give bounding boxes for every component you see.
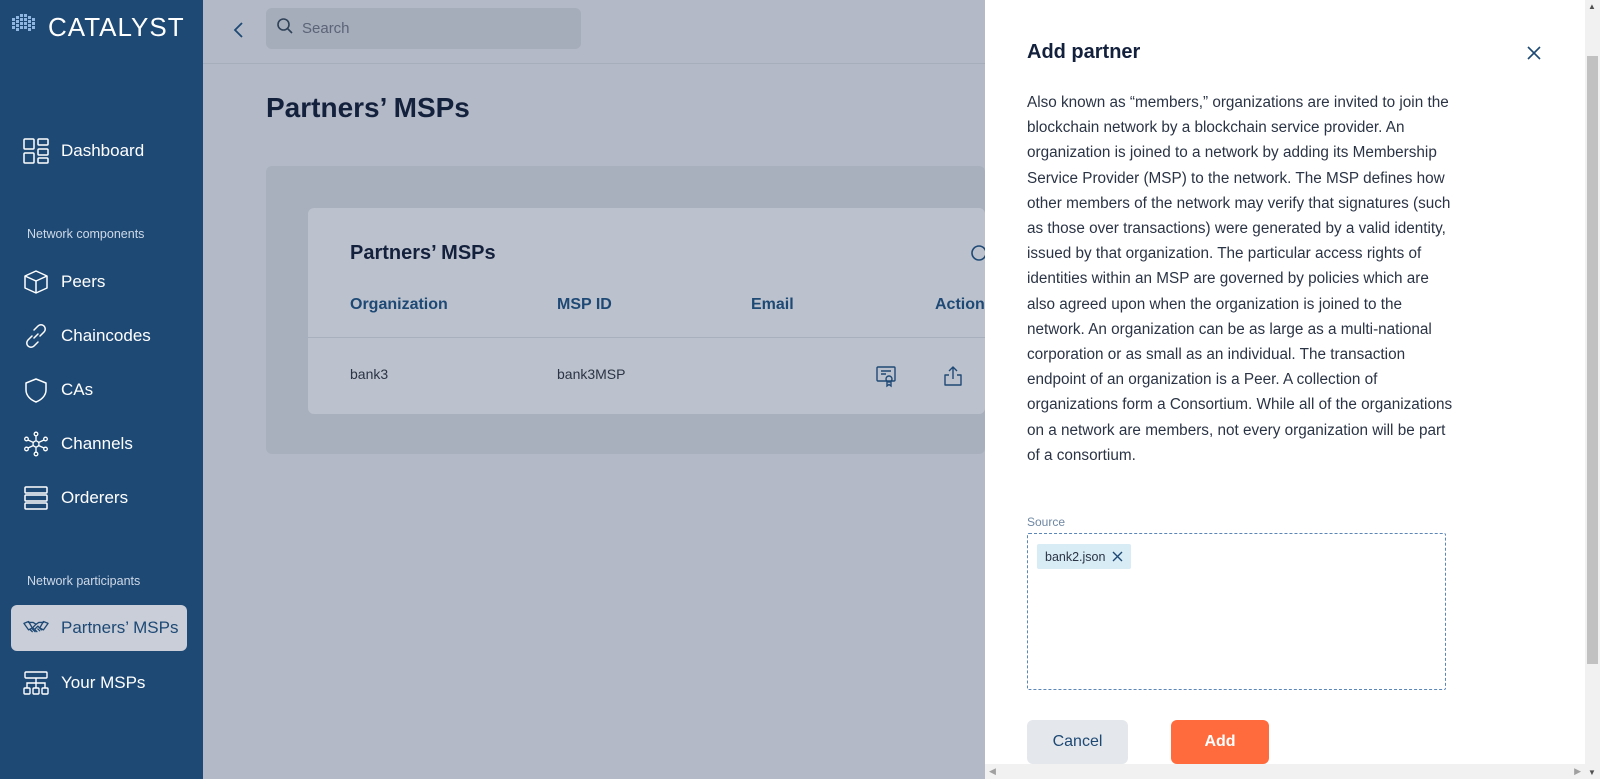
sidebar-item-label: Your MSPs — [61, 673, 146, 692]
remove-file-button[interactable] — [1112, 551, 1123, 562]
sidebar-item-cas[interactable]: CAs — [11, 367, 187, 413]
sidebar-item-peers[interactable]: Peers — [11, 259, 187, 305]
table-divider — [308, 337, 985, 338]
search-icon — [276, 17, 294, 40]
sidebar-item-label: Peers — [61, 272, 106, 291]
catalyst-logo[interactable]: CATALYST — [10, 12, 185, 43]
sidebar-item-chaincodes[interactable]: Chaincodes — [11, 313, 187, 359]
cube-icon — [23, 269, 49, 295]
sidebar-item-label: Dashboard — [61, 141, 145, 160]
top-bar — [203, 0, 985, 64]
certificate-icon[interactable] — [874, 364, 898, 388]
page-title: Partners’ MSPs — [266, 92, 470, 123]
sidebar-item-label: CAs — [61, 380, 94, 399]
sidebar-item-channels[interactable]: Channels — [11, 421, 187, 467]
sidebar-item-label: Channels — [61, 434, 133, 453]
search-box[interactable] — [266, 8, 581, 49]
sidebar: CATALYST Dashboard Network components Pe… — [0, 0, 203, 779]
section-network-components: Network components — [27, 227, 145, 241]
server-icon — [23, 485, 49, 511]
table-search-icon[interactable] — [970, 244, 985, 262]
sidebar-item-label: Orderers — [61, 488, 129, 507]
sidebar-item-your-msps[interactable]: Your MSPs — [11, 660, 187, 706]
drawer-description: Also known as “members,” organizations a… — [1027, 94, 1453, 464]
source-label: Source — [1027, 515, 1066, 529]
link-icon — [23, 323, 49, 349]
search-input[interactable] — [302, 20, 562, 37]
drawer-title: Add partner — [1027, 41, 1141, 63]
cancel-button[interactable]: Cancel — [1027, 720, 1128, 764]
sidebar-item-label: Partners’ MSPs — [61, 618, 179, 637]
close-icon — [1527, 46, 1541, 60]
cell-msp-id: bank3MSP — [557, 366, 626, 382]
org-chart-icon — [23, 670, 49, 696]
file-chip: bank2.json — [1037, 544, 1132, 569]
close-button[interactable] — [1525, 44, 1543, 62]
add-partner-drawer: Add partner Also known as “members,” org… — [985, 0, 1585, 779]
handshake-icon — [23, 615, 49, 641]
chevron-left-icon — [233, 22, 243, 38]
horizontal-scrollbar[interactable]: ◀ ▶ — [985, 764, 1585, 779]
source-dropzone[interactable]: bank2.json — [1027, 533, 1446, 690]
scroll-right-icon[interactable]: ▶ — [1574, 766, 1581, 777]
vertical-scrollbar[interactable]: ▲ ▼ — [1585, 0, 1600, 779]
scrollbar-thumb[interactable] — [1587, 56, 1598, 664]
card-title: Partners’ MSPs — [350, 242, 496, 264]
scroll-down-icon[interactable]: ▼ — [1588, 768, 1596, 777]
dashboard-icon — [23, 138, 49, 164]
column-header-msp-id[interactable]: MSP ID — [557, 296, 612, 314]
close-icon — [1112, 551, 1123, 562]
scroll-up-icon[interactable]: ▲ — [1588, 2, 1596, 11]
file-chip-label: bank2.json — [1045, 549, 1106, 564]
add-button[interactable]: Add — [1171, 720, 1269, 764]
cell-organization: bank3 — [350, 366, 389, 382]
export-icon[interactable] — [941, 364, 965, 388]
logo-icon — [10, 12, 40, 43]
section-network-participants: Network participants — [27, 574, 141, 588]
back-button[interactable] — [227, 18, 251, 42]
column-header-email[interactable]: Email — [751, 296, 794, 314]
scroll-left-icon[interactable]: ◀ — [989, 766, 996, 777]
sidebar-item-label: Chaincodes — [61, 326, 151, 345]
sidebar-item-dashboard[interactable]: Dashboard — [11, 128, 187, 174]
column-header-organization[interactable]: Organization — [350, 296, 448, 314]
network-icon — [23, 431, 49, 457]
column-header-actions: Action — [935, 296, 985, 313]
sidebar-item-orderers[interactable]: Orderers — [11, 475, 187, 521]
logo-text: CATALYST — [48, 12, 185, 42]
sidebar-item-partners-msps[interactable]: Partners’ MSPs — [11, 605, 187, 651]
shield-icon — [23, 377, 49, 403]
